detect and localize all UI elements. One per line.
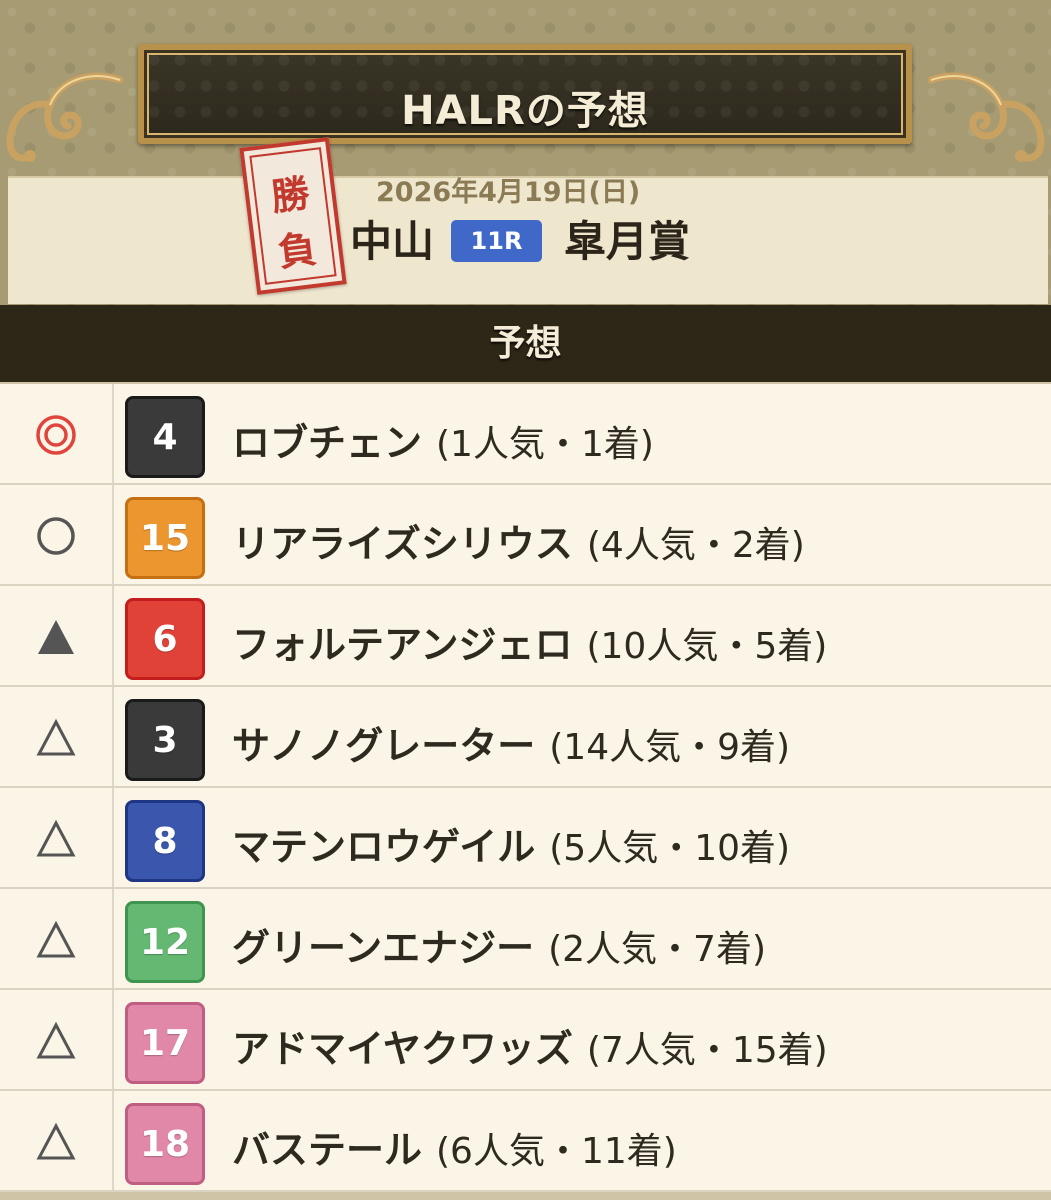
race-date: 2026年4月19日(日) xyxy=(376,177,641,208)
horse-entry: バステール (6人気・11着) xyxy=(232,1119,677,1174)
prediction-row: 17 アドマイヤクワッズ (7人気・15着) xyxy=(0,990,1051,1091)
prediction-row: 15 リアライズシリウス (4人気・2着) xyxy=(0,485,1051,586)
horse-result: (5人気・10着) xyxy=(549,828,791,869)
horse-name: アドマイヤクワッズ xyxy=(232,1027,573,1071)
horse-name: グリーンエナジー xyxy=(232,926,535,970)
post-number-badge: 12 xyxy=(125,901,205,983)
race-number-badge: 11R xyxy=(451,220,542,262)
triangle-icon xyxy=(36,718,76,756)
triangle-icon xyxy=(36,1021,76,1059)
post-number-badge: 6 xyxy=(125,598,205,680)
prediction-row: 6 フォルテアンジェロ (10人気・5着) xyxy=(0,586,1051,687)
post-number-badge: 15 xyxy=(125,497,205,579)
mark-cell xyxy=(0,485,114,584)
horse-entry: サノノグレーター (14人気・9着) xyxy=(232,715,790,770)
filled-triangle-icon xyxy=(38,620,74,654)
horse-result: (14人気・9着) xyxy=(549,727,791,768)
horse-name: マテンロウゲイル xyxy=(232,825,536,869)
ornament-left-icon xyxy=(6,72,124,162)
prediction-row: 12 グリーンエナジー (2人気・7着) xyxy=(0,889,1051,990)
double-circle-icon xyxy=(36,415,76,455)
horse-result: (1人気・1着) xyxy=(436,424,654,465)
mark-cell xyxy=(0,687,114,786)
triangle-icon xyxy=(36,1122,76,1160)
horse-entry: アドマイヤクワッズ (7人気・15着) xyxy=(232,1018,828,1073)
horse-name: サノノグレーター xyxy=(232,724,536,768)
stamp-icon: 勝 負 xyxy=(239,137,347,295)
prediction-row: 3 サノノグレーター (14人気・9着) xyxy=(0,687,1051,788)
stamp-char-1: 勝 xyxy=(268,171,312,220)
circle-icon xyxy=(37,517,75,555)
mark-cell xyxy=(0,586,114,685)
horse-entry: マテンロウゲイル (5人気・10着) xyxy=(232,816,790,871)
horse-name: バステール xyxy=(232,1128,423,1172)
horse-name: フォルテアンジェロ xyxy=(232,623,573,667)
triangle-icon xyxy=(36,920,76,958)
mark-cell xyxy=(0,788,114,887)
post-number-badge: 17 xyxy=(125,1002,205,1084)
section-title: 予想 xyxy=(0,305,1051,382)
horse-result: (2人気・7着) xyxy=(548,929,767,970)
horse-entry: ロブチェン (1人気・1着) xyxy=(232,412,654,467)
prediction-row: 18 バステール (6人気・11着) xyxy=(0,1091,1051,1192)
title-plate: HALRの予想 xyxy=(138,44,912,144)
prediction-row: 4 ロブチェン (1人気・1着) xyxy=(0,384,1051,485)
ornament-right-icon xyxy=(927,72,1045,162)
race-name: 皐月賞 xyxy=(564,217,691,266)
horse-entry: フォルテアンジェロ (10人気・5着) xyxy=(232,614,827,669)
post-number-badge: 3 xyxy=(125,699,205,781)
mark-cell xyxy=(0,1091,114,1190)
page-title: HALRの予想 xyxy=(401,88,649,134)
horse-name: リアライズシリウス xyxy=(232,522,573,566)
horse-result: (7人気・15着) xyxy=(586,1030,828,1071)
horse-result: (4人気・2着) xyxy=(586,525,805,566)
horse-result: (6人気・11着) xyxy=(436,1131,677,1172)
horse-entry: グリーンエナジー (2人気・7着) xyxy=(232,917,766,972)
prediction-list: 4 ロブチェン (1人気・1着) 15 リアライズシリウス (4人気・2着) 6 フォルテアン… xyxy=(0,384,1051,1192)
race-venue: 中山 xyxy=(350,217,435,266)
post-number-badge: 18 xyxy=(125,1103,205,1185)
mark-cell xyxy=(0,889,114,988)
mark-cell xyxy=(0,990,114,1089)
mark-cell xyxy=(0,384,114,483)
triangle-icon xyxy=(36,819,76,857)
prediction-row: 8 マテンロウゲイル (5人気・10着) xyxy=(0,788,1051,889)
post-number-badge: 8 xyxy=(125,800,205,882)
horse-result: (10人気・5着) xyxy=(586,626,828,667)
stamp-char-2: 負 xyxy=(275,226,319,275)
post-number-badge: 4 xyxy=(125,396,205,478)
horse-entry: リアライズシリウス (4人気・2着) xyxy=(232,513,805,568)
header-banner: HALRの予想 勝 負 2026年4月19日(日) 中山 11R 皐月賞 xyxy=(0,0,1051,305)
horse-name: ロブチェン xyxy=(232,421,423,465)
